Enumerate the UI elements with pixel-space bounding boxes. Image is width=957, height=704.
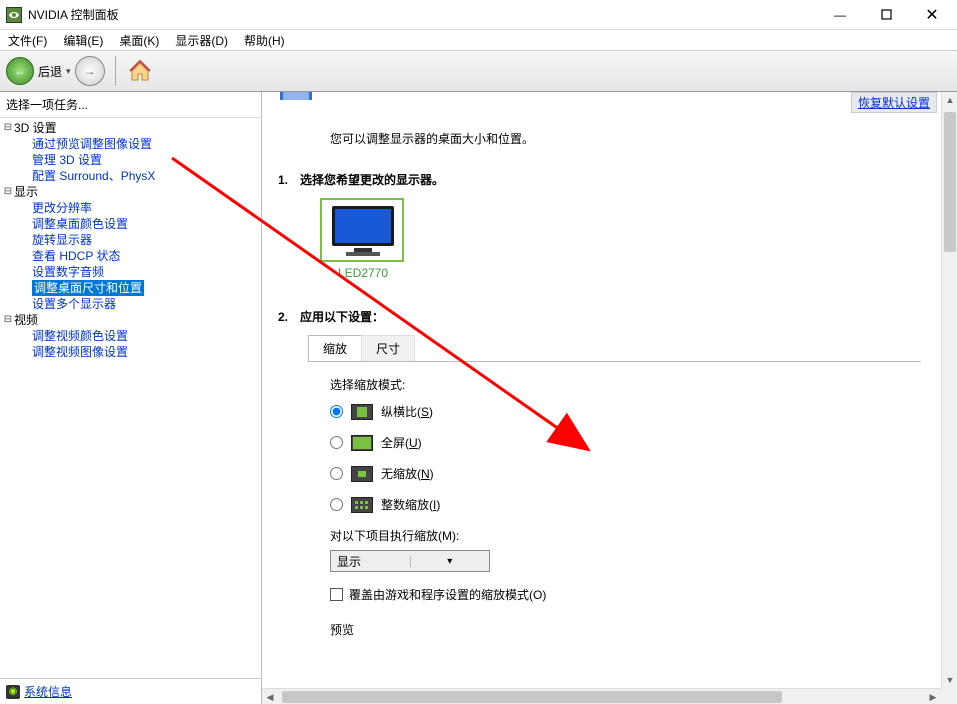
tree-item-selected[interactable]: 调整桌面尺寸和位置 (32, 280, 144, 296)
tree-item[interactable]: 通过预览调整图像设置 (32, 136, 261, 152)
tree-item[interactable]: 更改分辨率 (32, 200, 261, 216)
menu-display[interactable]: 显示器(D) (171, 31, 232, 50)
toolbar-separator (115, 56, 116, 86)
tree-group-3d[interactable]: 3D 设置 (14, 120, 57, 136)
tree-item[interactable]: 设置多个显示器 (32, 296, 261, 312)
window-title: NVIDIA 控制面板 (28, 6, 817, 23)
content-panel: 恢复默认设置 您可以调整显示器的桌面大小和位置。 1. 选择您希望更改的显示器。 (262, 92, 957, 704)
noscale-icon (351, 466, 373, 482)
aspect-icon (351, 404, 373, 420)
scrollbar-corner (941, 688, 957, 704)
close-button[interactable]: ✕ (909, 0, 955, 30)
radio-integer[interactable] (330, 498, 343, 511)
tree-item[interactable]: 管理 3D 设置 (32, 152, 261, 168)
vertical-scrollbar[interactable]: ▲ ▼ (941, 92, 957, 688)
menu-help[interactable]: 帮助(H) (240, 31, 289, 50)
toolbar: ← 后退 ▾ → (0, 50, 957, 92)
tree-item[interactable]: 设置数字音频 (32, 264, 261, 280)
menu-bar: 文件(F) 编辑(E) 桌面(K) 显示器(D) 帮助(H) (0, 30, 957, 50)
back-label: 后退 (38, 63, 62, 80)
menu-edit[interactable]: 编辑(E) (59, 31, 107, 50)
forward-button[interactable]: → (75, 56, 105, 86)
section-number: 2. (278, 310, 292, 324)
perform-on-value: 显示 (331, 553, 410, 570)
monitor-name: LED2770 (320, 266, 406, 280)
back-button[interactable]: ← (6, 57, 34, 85)
fullscreen-icon (351, 435, 373, 451)
override-checkbox[interactable] (330, 588, 343, 601)
perform-on-select[interactable]: 显示 ▾ (330, 550, 490, 572)
tree-item[interactable]: 调整桌面颜色设置 (32, 216, 261, 232)
tree-item[interactable]: 配置 Surround、PhysX (32, 168, 261, 184)
radio-noscale[interactable] (330, 467, 343, 480)
radio-noscale-label: 无缩放(N) (381, 465, 434, 482)
restore-defaults-link[interactable]: 恢复默认设置 (851, 92, 937, 113)
tree-toggle-icon[interactable]: ⊟ (2, 312, 14, 328)
intro-text: 您可以调整显示器的桌面大小和位置。 (330, 130, 941, 147)
scaling-mode-label: 选择缩放模式: (330, 376, 921, 393)
sidebar: 选择一项任务... ⊟3D 设置 通过预览调整图像设置 管理 3D 设置 配置 … (0, 92, 262, 704)
radio-aspect-label: 纵横比(S) (381, 403, 433, 420)
menu-file[interactable]: 文件(F) (4, 31, 51, 50)
chevron-down-icon: ▾ (410, 556, 490, 567)
menu-desktop[interactable]: 桌面(K) (115, 31, 163, 50)
partial-display-icon (280, 92, 320, 100)
minimize-button[interactable]: — (817, 0, 863, 30)
horizontal-scrollbar[interactable]: ◀ ▶ (262, 688, 941, 704)
app-icon (6, 7, 22, 23)
tree-item[interactable]: 查看 HDCP 状态 (32, 248, 261, 264)
radio-integer-label: 整数缩放(I) (381, 496, 440, 513)
tree-toggle-icon[interactable]: ⊟ (2, 120, 14, 136)
tree-toggle-icon[interactable]: ⊟ (2, 184, 14, 200)
preview-label: 预览 (330, 621, 921, 638)
tree-item[interactable]: 调整视频图像设置 (32, 344, 261, 360)
task-tree: ⊟3D 设置 通过预览调整图像设置 管理 3D 设置 配置 Surround、P… (0, 118, 261, 678)
maximize-button[interactable] (863, 0, 909, 30)
override-label: 覆盖由游戏和程序设置的缩放模式(O) (349, 586, 546, 603)
section-number: 1. (278, 173, 292, 187)
integer-icon (351, 497, 373, 513)
perform-on-label: 对以下项目执行缩放(M): (330, 527, 921, 544)
section1-title: 选择您希望更改的显示器。 (300, 171, 444, 188)
tab-scaling[interactable]: 缩放 (308, 335, 362, 361)
monitor-thumbnail[interactable]: LED2770 (320, 198, 406, 280)
section2-title: 应用以下设置： (300, 308, 384, 325)
tree-item[interactable]: 调整视频颜色设置 (32, 328, 261, 344)
tab-size[interactable]: 尺寸 (361, 335, 415, 361)
radio-fullscreen[interactable] (330, 436, 343, 449)
tree-group-display[interactable]: 显示 (14, 184, 38, 200)
tree-group-video[interactable]: 视频 (14, 312, 38, 328)
tree-item[interactable]: 旋转显示器 (32, 232, 261, 248)
radio-aspect[interactable] (330, 405, 343, 418)
back-dropdown-icon[interactable]: ▾ (66, 66, 71, 77)
home-button[interactable] (126, 57, 154, 85)
sidebar-header: 选择一项任务... (0, 92, 261, 118)
system-info-link[interactable]: 系统信息 (24, 683, 72, 700)
sysinfo-icon: ◉ (6, 685, 20, 699)
radio-fullscreen-label: 全屏(U) (381, 434, 422, 451)
